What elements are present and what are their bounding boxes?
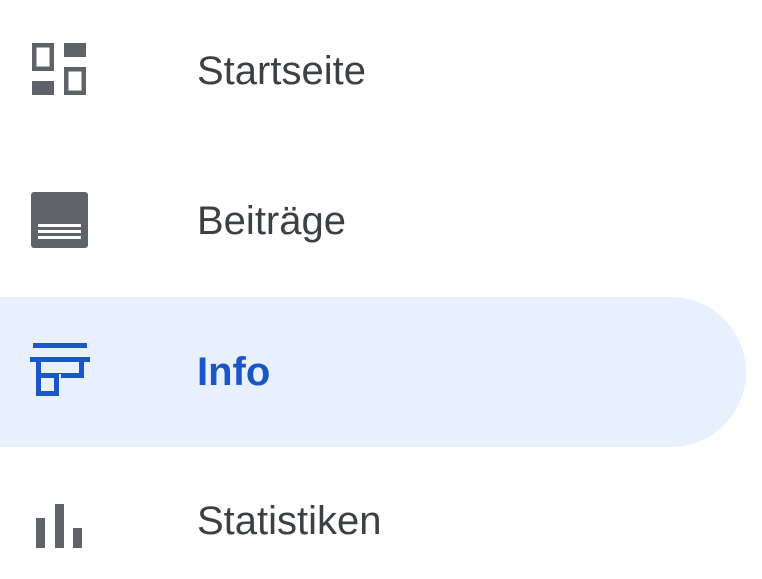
nav-item-startseite[interactable]: Startseite (0, 0, 746, 146)
nav-label-info: Info (197, 350, 271, 394)
bar-chart-icon (30, 489, 90, 549)
nav-item-beitraege[interactable]: Beiträge (0, 146, 746, 296)
nav-label-beitraege: Beiträge (197, 199, 346, 243)
nav-item-statistiken[interactable]: Statistiken (0, 446, 746, 579)
nav-item-info[interactable]: Info (0, 297, 746, 447)
nav-label-startseite: Startseite (197, 49, 366, 93)
nav-label-statistiken: Statistiken (197, 499, 382, 543)
dashboard-icon (30, 39, 90, 99)
side-navigation: Startseite Beiträge Info Statistiken (0, 0, 762, 579)
posts-icon (30, 189, 90, 249)
storefront-icon (30, 340, 90, 400)
